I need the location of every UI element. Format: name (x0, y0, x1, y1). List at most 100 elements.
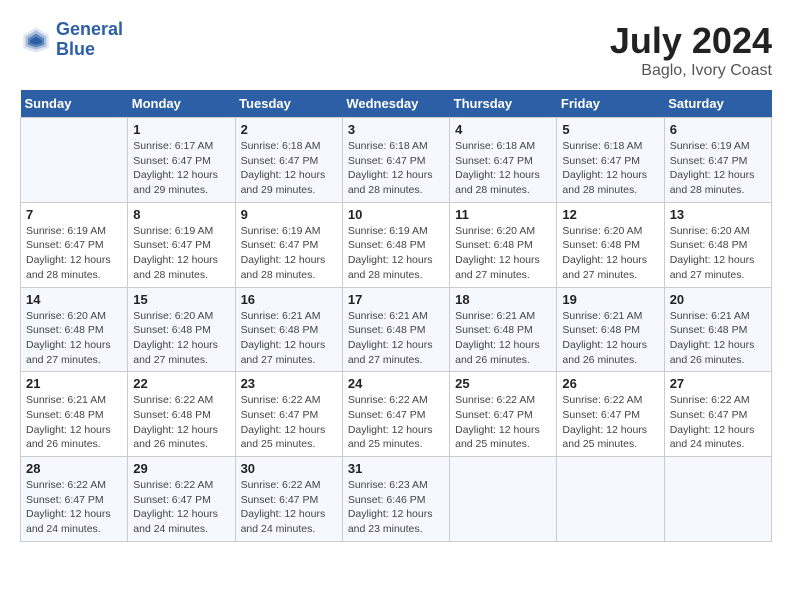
day-number: 18 (455, 292, 551, 307)
page-header: General Blue July 2024 Baglo, Ivory Coas… (20, 20, 772, 80)
day-info: Sunrise: 6:18 AM Sunset: 6:47 PM Dayligh… (455, 139, 551, 198)
day-info: Sunrise: 6:19 AM Sunset: 6:48 PM Dayligh… (348, 224, 444, 283)
day-cell: 17Sunrise: 6:21 AM Sunset: 6:48 PM Dayli… (342, 287, 449, 372)
day-number: 30 (241, 461, 337, 476)
day-number: 8 (133, 207, 229, 222)
weekday-header-tuesday: Tuesday (235, 90, 342, 118)
day-cell: 9Sunrise: 6:19 AM Sunset: 6:47 PM Daylig… (235, 202, 342, 287)
day-number: 29 (133, 461, 229, 476)
day-number: 1 (133, 122, 229, 137)
weekday-header-row: SundayMondayTuesdayWednesdayThursdayFrid… (21, 90, 772, 118)
day-cell: 11Sunrise: 6:20 AM Sunset: 6:48 PM Dayli… (450, 202, 557, 287)
day-number: 10 (348, 207, 444, 222)
day-number: 31 (348, 461, 444, 476)
day-cell: 22 Sunrise: 6:22 AM Sunset: 6:48 PM Dayli… (128, 372, 235, 457)
day-cell: 16 Sunrise: 6:21 AM Sunset: 6:48 PM Dayli… (235, 287, 342, 372)
day-info: Sunrise: 6:22 AM Sunset: 6:47 PM Dayligh… (26, 478, 122, 537)
day-number: 13 (670, 207, 766, 222)
day-cell: 1 Sunrise: 6:17 AM Sunset: 6:47 PM Daylig… (128, 118, 235, 203)
day-info: Sunrise: 6:20 AM Sunset: 6:48 PM Dayligh… (455, 224, 551, 283)
day-info: Sunrise: 6:19 AM Sunset: 6:47 PM Dayligh… (26, 224, 122, 283)
day-info: Sunrise: 6:20 AM Sunset: 6:48 PM Dayligh… (133, 309, 229, 368)
day-cell: 20 Sunrise: 6:21 AM Sunset: 6:48 PM Dayli… (664, 287, 771, 372)
day-cell: 5Sunrise: 6:18 AM Sunset: 6:47 PM Daylig… (557, 118, 664, 203)
day-cell: 25 Sunrise: 6:22 AM Sunset: 6:47 PM Dayli… (450, 372, 557, 457)
day-number: 4 (455, 122, 551, 137)
day-info: Sunrise: 6:22 AM Sunset: 6:47 PM Dayligh… (241, 478, 337, 537)
day-info: Sunrise: 6:22 AM Sunset: 6:47 PM Dayligh… (455, 393, 551, 452)
day-cell: 10 Sunrise: 6:19 AM Sunset: 6:48 PM Dayli… (342, 202, 449, 287)
logo-line1: General (56, 20, 123, 40)
day-cell: 15 Sunrise: 6:20 AM Sunset: 6:48 PM Dayli… (128, 287, 235, 372)
day-info: Sunrise: 6:21 AM Sunset: 6:48 PM Dayligh… (241, 309, 337, 368)
weekday-header-sunday: Sunday (21, 90, 128, 118)
day-number: 25 (455, 376, 551, 391)
day-number: 15 (133, 292, 229, 307)
day-info: Sunrise: 6:21 AM Sunset: 6:48 PM Dayligh… (562, 309, 658, 368)
week-row-5: 28 Sunrise: 6:22 AM Sunset: 6:47 PM Dayli… (21, 457, 772, 542)
day-cell: 29 Sunrise: 6:22 AM Sunset: 6:47 PM Dayli… (128, 457, 235, 542)
day-info: Sunrise: 6:21 AM Sunset: 6:48 PM Dayligh… (26, 393, 122, 452)
day-cell: 19 Sunrise: 6:21 AM Sunset: 6:48 PM Dayli… (557, 287, 664, 372)
logo-line2: Blue (56, 40, 123, 60)
day-cell: 24Sunrise: 6:22 AM Sunset: 6:47 PM Dayli… (342, 372, 449, 457)
day-number: 19 (562, 292, 658, 307)
day-cell: 26 Sunrise: 6:22 AM Sunset: 6:47 PM Dayli… (557, 372, 664, 457)
day-cell: 31Sunrise: 6:23 AM Sunset: 6:46 PM Dayli… (342, 457, 449, 542)
weekday-header-monday: Monday (128, 90, 235, 118)
day-cell: 7 Sunrise: 6:19 AM Sunset: 6:47 PM Daylig… (21, 202, 128, 287)
logo-icon (20, 24, 52, 56)
day-cell: 18 Sunrise: 6:21 AM Sunset: 6:48 PM Dayli… (450, 287, 557, 372)
day-info: Sunrise: 6:19 AM Sunset: 6:47 PM Dayligh… (133, 224, 229, 283)
day-number: 9 (241, 207, 337, 222)
calendar-table: SundayMondayTuesdayWednesdayThursdayFrid… (20, 90, 772, 542)
day-info: Sunrise: 6:21 AM Sunset: 6:48 PM Dayligh… (455, 309, 551, 368)
day-cell: 28 Sunrise: 6:22 AM Sunset: 6:47 PM Dayli… (21, 457, 128, 542)
day-cell: 14 Sunrise: 6:20 AM Sunset: 6:48 PM Dayli… (21, 287, 128, 372)
day-number: 27 (670, 376, 766, 391)
weekday-header-wednesday: Wednesday (342, 90, 449, 118)
day-info: Sunrise: 6:18 AM Sunset: 6:47 PM Dayligh… (562, 139, 658, 198)
day-cell: 27Sunrise: 6:22 AM Sunset: 6:47 PM Dayli… (664, 372, 771, 457)
day-info: Sunrise: 6:18 AM Sunset: 6:47 PM Dayligh… (348, 139, 444, 198)
day-info: Sunrise: 6:20 AM Sunset: 6:48 PM Dayligh… (26, 309, 122, 368)
day-number: 6 (670, 122, 766, 137)
day-cell: 4 Sunrise: 6:18 AM Sunset: 6:47 PM Daylig… (450, 118, 557, 203)
week-row-1: 1 Sunrise: 6:17 AM Sunset: 6:47 PM Daylig… (21, 118, 772, 203)
day-number: 22 (133, 376, 229, 391)
day-info: Sunrise: 6:20 AM Sunset: 6:48 PM Dayligh… (670, 224, 766, 283)
weekday-header-saturday: Saturday (664, 90, 771, 118)
day-cell: 6 Sunrise: 6:19 AM Sunset: 6:47 PM Daylig… (664, 118, 771, 203)
day-number: 28 (26, 461, 122, 476)
day-number: 23 (241, 376, 337, 391)
day-info: Sunrise: 6:22 AM Sunset: 6:48 PM Dayligh… (133, 393, 229, 452)
day-number: 20 (670, 292, 766, 307)
week-row-4: 21Sunrise: 6:21 AM Sunset: 6:48 PM Dayli… (21, 372, 772, 457)
day-info: Sunrise: 6:22 AM Sunset: 6:47 PM Dayligh… (562, 393, 658, 452)
day-cell (450, 457, 557, 542)
day-number: 26 (562, 376, 658, 391)
weekday-header-thursday: Thursday (450, 90, 557, 118)
day-number: 7 (26, 207, 122, 222)
day-cell: 3 Sunrise: 6:18 AM Sunset: 6:47 PM Daylig… (342, 118, 449, 203)
location-subtitle: Baglo, Ivory Coast (610, 62, 772, 80)
day-info: Sunrise: 6:19 AM Sunset: 6:47 PM Dayligh… (670, 139, 766, 198)
day-number: 16 (241, 292, 337, 307)
day-cell: 8 Sunrise: 6:19 AM Sunset: 6:47 PM Daylig… (128, 202, 235, 287)
day-info: Sunrise: 6:17 AM Sunset: 6:47 PM Dayligh… (133, 139, 229, 198)
day-cell (557, 457, 664, 542)
day-info: Sunrise: 6:22 AM Sunset: 6:47 PM Dayligh… (241, 393, 337, 452)
weekday-header-friday: Friday (557, 90, 664, 118)
day-info: Sunrise: 6:21 AM Sunset: 6:48 PM Dayligh… (670, 309, 766, 368)
logo: General Blue (20, 20, 123, 60)
day-cell: 13 Sunrise: 6:20 AM Sunset: 6:48 PM Dayli… (664, 202, 771, 287)
day-info: Sunrise: 6:22 AM Sunset: 6:47 PM Dayligh… (133, 478, 229, 537)
day-number: 3 (348, 122, 444, 137)
day-number: 14 (26, 292, 122, 307)
day-cell: 2Sunrise: 6:18 AM Sunset: 6:47 PM Daylig… (235, 118, 342, 203)
day-number: 17 (348, 292, 444, 307)
day-cell (21, 118, 128, 203)
day-cell: 30 Sunrise: 6:22 AM Sunset: 6:47 PM Dayli… (235, 457, 342, 542)
day-number: 2 (241, 122, 337, 137)
logo-text: General Blue (56, 20, 123, 60)
